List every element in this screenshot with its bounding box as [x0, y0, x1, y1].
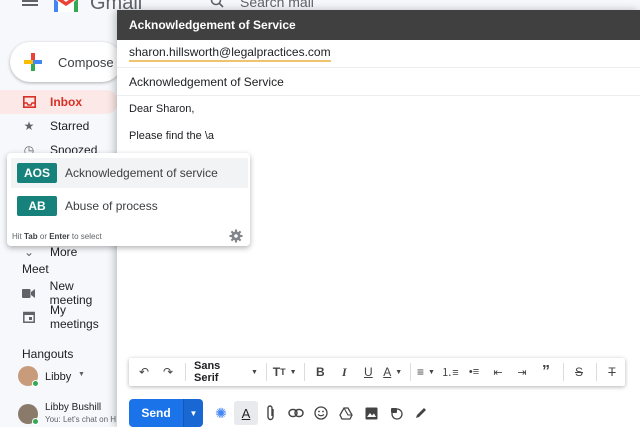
quote-icon[interactable]: ” — [535, 361, 557, 383]
sidebar-item-label: My meetings — [50, 303, 99, 331]
link-icon[interactable] — [284, 401, 308, 425]
star-icon: ★ — [23, 119, 35, 133]
text-color-icon[interactable]: A ▼ — [381, 361, 404, 383]
contact-preview: You: Let's chat on H — [45, 415, 117, 424]
hangouts-user[interactable]: Libby ▼ — [18, 366, 118, 390]
bold-icon[interactable]: B — [309, 361, 331, 383]
select-hint: Hit Tab or Enter to select — [12, 232, 102, 241]
sidebar-item-label: Inbox — [50, 95, 82, 109]
italic-icon[interactable]: I — [333, 361, 355, 383]
font-select-value: Sans Serif — [193, 360, 221, 384]
indent-less-icon[interactable]: ⇤ — [487, 361, 509, 383]
image-icon[interactable] — [359, 401, 383, 425]
online-status-dot — [32, 380, 39, 387]
subject-field[interactable]: Acknowledgement of Service — [117, 68, 640, 96]
compose-button[interactable]: Compose — [10, 42, 122, 82]
numbered-list-icon[interactable]: ⒈≡ — [439, 361, 461, 383]
emoji-icon[interactable] — [309, 401, 333, 425]
plus-icon — [24, 53, 42, 71]
body-line: Dear Sharon, — [129, 103, 195, 115]
meet-section-title: Meet — [22, 262, 49, 276]
undo-icon[interactable]: ↶ — [133, 361, 155, 383]
hangouts-contact[interactable]: Libby Bushill You: Let's chat on H — [18, 402, 118, 427]
bulleted-list-icon[interactable]: •≡ — [463, 361, 485, 383]
compose-label: Compose — [58, 54, 114, 70]
gear-icon[interactable] — [229, 229, 243, 243]
sidebar-item-label: More — [50, 245, 78, 259]
send-button[interactable]: Send — [129, 399, 183, 427]
signature-icon[interactable] — [409, 401, 433, 425]
recipients-field[interactable]: sharon.hillsworth@legalpractices.com — [117, 40, 640, 68]
video-icon — [22, 286, 36, 300]
hint-text: to select — [69, 232, 102, 241]
clear-formatting-icon[interactable]: T — [601, 361, 623, 383]
formatting-options-icon[interactable]: A — [234, 401, 258, 425]
compose-action-bar: Send ▼ ✺ A — [129, 398, 434, 427]
toolbar-divider — [596, 363, 597, 381]
sidebar-item-inbox[interactable]: Inbox — [0, 90, 118, 114]
suggestion-label: Acknowledgement of service — [65, 166, 218, 180]
hint-text: Hit — [12, 232, 24, 241]
sidebar-item-label: Starred — [50, 119, 90, 133]
sidebar-item-my-meetings[interactable]: My meetings — [0, 303, 118, 331]
sparkle-icon[interactable]: ✺ — [209, 401, 233, 425]
font-select[interactable]: Sans Serif ▼ — [190, 360, 262, 384]
toolbar-divider — [265, 363, 267, 381]
compose-header[interactable]: Acknowledgement of Service — [117, 10, 640, 40]
attach-icon[interactable] — [259, 401, 283, 425]
caret-down-icon: ▼ — [250, 368, 258, 376]
toolbar-divider — [304, 363, 306, 381]
toolbar-divider — [563, 363, 564, 381]
sidebar-item-new-meeting[interactable]: New meeting — [0, 279, 118, 307]
body-line: Please find the \a — [129, 130, 215, 142]
suggestion-item-aos[interactable]: AOS Acknowledgement of service — [11, 158, 248, 188]
hangouts-user-name: Libby — [45, 371, 72, 383]
calendar-icon — [22, 310, 36, 324]
search-icon[interactable] — [210, 0, 224, 8]
chevron-down-icon[interactable]: ▼ — [78, 371, 85, 378]
underline-icon[interactable]: U — [357, 361, 379, 383]
confidential-mode-icon[interactable] — [384, 401, 408, 425]
template-suggestions-popup: AOS Acknowledgement of service AB Abuse … — [7, 153, 250, 246]
schedule-send-button[interactable]: ▼ — [183, 399, 203, 427]
formatting-toolbar: ↶ ↷ Sans Serif ▼ T T ▼ B I U A ▼ ≡ ▼ ⒈≡ •≡ ⇤… — [129, 358, 625, 386]
hint-key: Tab — [24, 232, 38, 241]
send-button-group: Send ▼ — [129, 399, 203, 427]
hangouts-section-title: Hangouts — [22, 347, 74, 361]
strikethrough-icon[interactable]: S — [568, 361, 590, 383]
text-size-icon[interactable]: T T ▼ — [271, 361, 298, 383]
abbreviation-badge: AOS — [17, 163, 57, 183]
drive-icon[interactable] — [334, 401, 358, 425]
indent-more-icon[interactable]: ⇥ — [511, 361, 533, 383]
hint-text: or — [37, 232, 50, 241]
suggestion-label: Abuse of process — [65, 199, 158, 213]
suggestion-item-ab[interactable]: AB Abuse of process — [11, 191, 248, 221]
recipient-chip[interactable]: sharon.hillsworth@legalpractices.com — [129, 45, 331, 62]
inbox-icon — [22, 95, 36, 109]
gmail-logo-icon — [54, 0, 78, 12]
online-status-dot — [32, 418, 39, 425]
contact-name: Libby Bushill — [45, 402, 102, 413]
search-input[interactable]: Search mail — [240, 0, 314, 10]
sidebar-item-starred[interactable]: ★ Starred — [0, 114, 118, 138]
align-icon[interactable]: ≡ ▼ — [415, 361, 437, 383]
abbreviation-badge: AB — [17, 196, 57, 216]
redo-icon[interactable]: ↷ — [157, 361, 179, 383]
main-menu-icon[interactable] — [22, 0, 38, 10]
toolbar-divider — [410, 363, 412, 381]
toolbar-divider — [185, 363, 186, 381]
chevron-down-icon: ⌄ — [23, 245, 35, 259]
hint-key: Enter — [49, 232, 70, 241]
